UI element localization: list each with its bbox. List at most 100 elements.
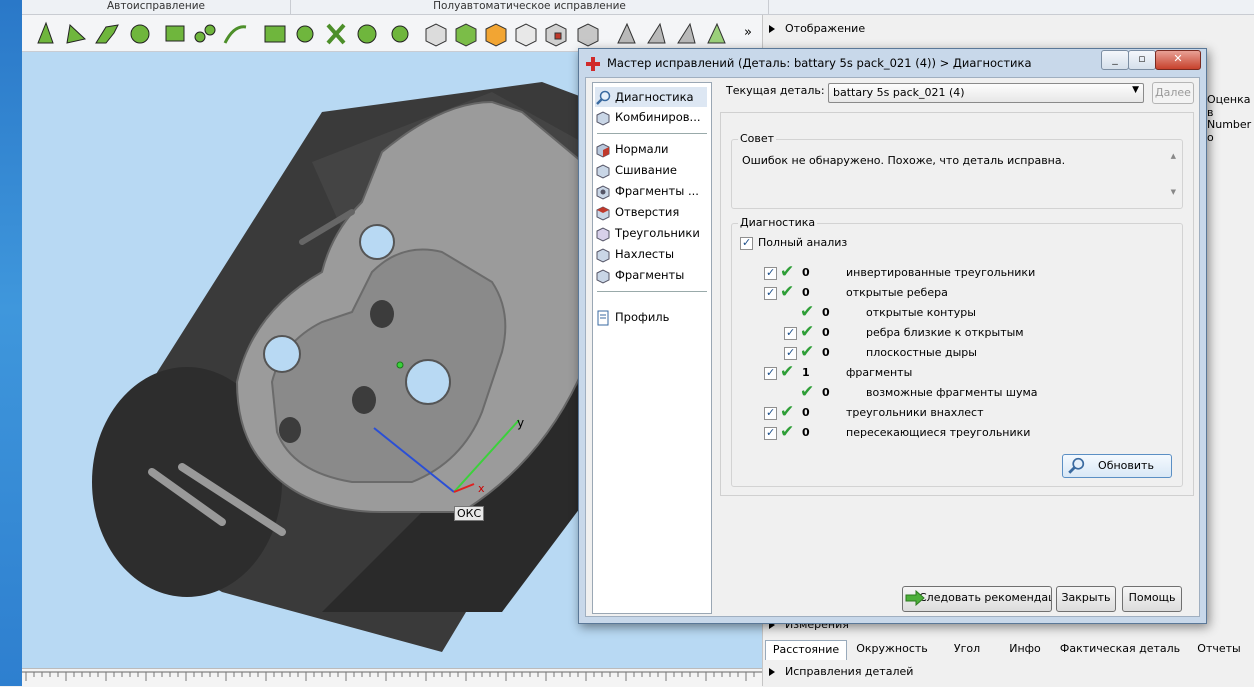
- display-section-header[interactable]: Отображение: [763, 19, 1254, 39]
- ok-check-icon: ✔: [780, 402, 795, 422]
- nav-item-profile[interactable]: Профиль: [595, 307, 707, 327]
- magnifier-icon: [596, 90, 611, 105]
- tab-actual-part[interactable]: Фактическая деталь: [1055, 640, 1185, 659]
- current-part-value: battary 5s pack_021 (4): [833, 86, 965, 99]
- magnifier-icon: [1068, 457, 1085, 474]
- document-icon: [597, 310, 609, 325]
- diagnostics-group: Диагностика Полный анализ ✔ 0 инвертиров…: [731, 216, 1183, 487]
- follow-recommendations-button[interactable]: Следовать рекомендациям: [902, 586, 1052, 612]
- ok-check-icon: ✔: [800, 322, 815, 342]
- cube-icon: [596, 268, 610, 284]
- ok-check-icon: ✔: [800, 382, 815, 402]
- dropdown-arrow-icon: ▼: [1132, 85, 1139, 95]
- diag-row-fragments: ✔ 1 фрагменты: [732, 362, 1172, 382]
- ok-check-icon: ✔: [800, 342, 815, 362]
- current-part-select[interactable]: battary 5s pack_021 (4) ▼: [828, 83, 1144, 103]
- wizard-nav: Диагностика Комбиниров... Нормали Сшиван…: [592, 82, 712, 614]
- nav-item-holes[interactable]: Отверстия: [595, 202, 707, 222]
- toolbar-overflow-button[interactable]: »: [744, 25, 752, 40]
- toolbar-icons: [37, 21, 726, 47]
- cube-icon: [596, 184, 610, 200]
- scroll-down-icon[interactable]: ▼: [1171, 188, 1176, 196]
- advice-group: Совет Ошибок не обнаружено. Похоже, что …: [731, 132, 1183, 209]
- ok-check-icon: ✔: [780, 282, 795, 302]
- advice-textbox[interactable]: Ошибок не обнаружено. Похоже, что деталь…: [734, 148, 1178, 200]
- refresh-button[interactable]: Обновить: [1062, 454, 1172, 478]
- axis-y-label: y: [517, 416, 525, 430]
- cube-icon: [596, 163, 610, 179]
- cube-icon: [596, 110, 610, 126]
- ok-check-icon: ✔: [800, 302, 815, 322]
- diag-row-open-edges: ✔ 0 открытые ребера: [732, 282, 1172, 302]
- nav-item-fragments-dots[interactable]: Фрагменты ...: [595, 181, 707, 201]
- partial-label-a: Оценка в: [1207, 93, 1251, 119]
- diagnostics-title: Диагностика: [738, 216, 818, 229]
- toolbar-group-headers: Автоисправление Полуавтоматическое испра…: [22, 0, 1254, 15]
- maximize-button[interactable]: ▫: [1128, 50, 1156, 70]
- diag-row-overlapping: ✔ 0 треугольники внахлест: [732, 402, 1172, 422]
- diag-row-near-open: ✔ 0 ребра близкие к открытым: [732, 322, 1172, 342]
- group-semi-label: Полуавтоматическое исправление: [291, 0, 769, 14]
- cube-icon: [596, 247, 610, 263]
- content-panel: Совет Ошибок не обнаружено. Похоже, что …: [720, 112, 1194, 496]
- axis-x-label: x: [478, 482, 485, 495]
- full-analysis-checkbox[interactable]: Полный анализ: [740, 234, 940, 252]
- nav-item-triangles[interactable]: Треугольники: [595, 223, 707, 243]
- scroll-up-icon[interactable]: ▲: [1171, 152, 1176, 160]
- green-arrow-icon: [905, 590, 925, 606]
- minimize-button[interactable]: _: [1101, 50, 1129, 70]
- checkbox[interactable]: [764, 424, 777, 442]
- fix-wizard-dialog: Мастер исправлений (Деталь: battary 5s p…: [578, 48, 1207, 624]
- close-window-button[interactable]: ✕: [1155, 50, 1201, 70]
- ruler: [22, 668, 762, 687]
- advice-text: Ошибок не обнаружено. Похоже, что деталь…: [742, 154, 1066, 167]
- autofix-tool-icons: [37, 21, 409, 45]
- dialog-body: Диагностика Комбиниров... Нормали Сшиван…: [585, 77, 1200, 617]
- advice-title: Совет: [738, 132, 777, 145]
- ok-check-icon: ✔: [780, 362, 795, 382]
- checkbox[interactable]: [740, 234, 753, 252]
- diag-row-intersecting: ✔ 0 пересекающиеся треугольники: [732, 422, 1172, 442]
- nav-item-fragments[interactable]: Фрагменты: [595, 265, 707, 285]
- nav-item-normals[interactable]: Нормали: [595, 139, 707, 159]
- next-button[interactable]: Далее: [1152, 82, 1194, 104]
- diag-row-noise-fragments: ✔ 0 возможные фрагменты шума: [800, 382, 1038, 402]
- semi-tool-icons: [425, 22, 726, 47]
- expand-arrow-icon: [769, 668, 775, 676]
- nav-item-stitching[interactable]: Сшивание: [595, 160, 707, 180]
- expand-arrow-icon: [769, 25, 775, 33]
- dialog-title: Мастер исправлений (Деталь: battary 5s p…: [607, 56, 1032, 70]
- nav-item-overlaps[interactable]: Нахлесты: [595, 244, 707, 264]
- help-button[interactable]: Помощь: [1122, 586, 1182, 612]
- ok-check-icon: ✔: [780, 262, 795, 282]
- checkbox[interactable]: [764, 364, 777, 382]
- ocs-label: ОКС: [454, 506, 485, 521]
- diag-row-planar-holes: ✔ 0 плоскостные дыры: [732, 342, 1172, 362]
- part-fixes-section-header[interactable]: Исправления деталей: [763, 662, 1254, 682]
- partial-label-b: Number o: [1207, 118, 1252, 144]
- red-cross-icon: [586, 57, 600, 71]
- checkbox[interactable]: [784, 324, 797, 342]
- tab-info[interactable]: Инфо: [999, 640, 1051, 659]
- tab-distance[interactable]: Расстояние: [765, 640, 847, 660]
- tab-reports[interactable]: Отчеты: [1189, 640, 1249, 659]
- diag-row-inverted: ✔ 0 инвертированные треугольники: [732, 262, 1172, 282]
- checkbox[interactable]: [764, 264, 777, 282]
- diag-row-open-contours: ✔ 0 открытые контуры: [800, 302, 976, 322]
- close-button[interactable]: Закрыть: [1056, 586, 1116, 612]
- group-auto-label: Автоисправление: [22, 0, 291, 14]
- desktop-strip: [0, 0, 22, 686]
- checkbox[interactable]: [784, 344, 797, 362]
- cube-red-icon: [596, 142, 610, 158]
- tab-angle[interactable]: Угол: [939, 640, 995, 659]
- checkbox[interactable]: [764, 404, 777, 422]
- nav-item-combined[interactable]: Комбиниров...: [595, 107, 707, 127]
- cube-red-icon: [596, 205, 610, 221]
- cube-icon: [596, 226, 610, 242]
- current-part-label: Текущая деталь:: [726, 84, 825, 97]
- ok-check-icon: ✔: [780, 422, 795, 442]
- main-toolbar: »: [22, 15, 762, 52]
- checkbox[interactable]: [764, 284, 777, 302]
- nav-item-diagnostics[interactable]: Диагностика: [595, 87, 707, 107]
- tab-circle[interactable]: Окружность: [849, 640, 935, 659]
